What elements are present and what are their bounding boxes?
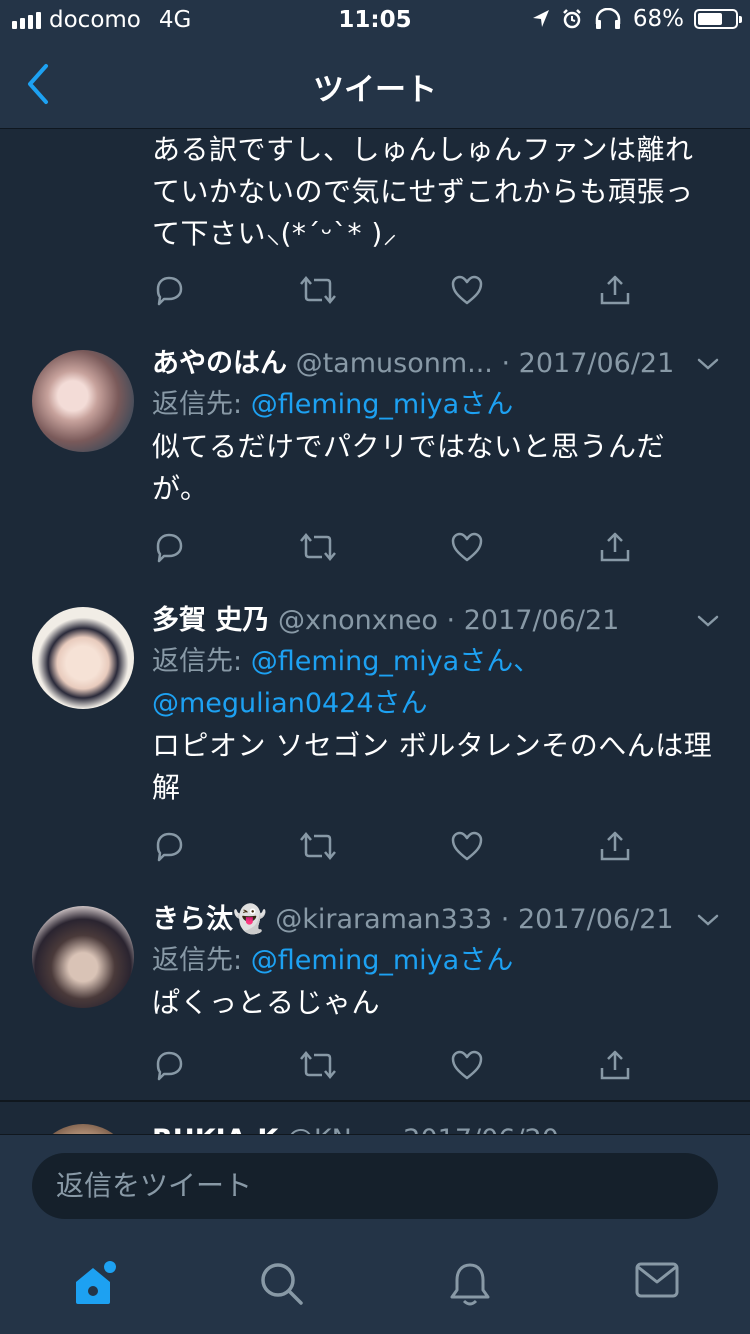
like-icon[interactable] [450,1048,484,1082]
mention-link[interactable]: @fleming_miyaさん [251,945,514,976]
separator-dot: · [446,605,456,636]
tweet-text: ぱくっとるじゃん [152,986,381,1019]
reply-to-label: 返信先: [152,945,243,976]
tweet-date: 2017/06/20 [403,1124,559,1134]
headphones-icon [595,8,621,29]
chevron-down-icon[interactable] [696,601,720,641]
user-handle[interactable]: @xnonxneo [278,605,438,636]
reply-icon[interactable] [152,1048,186,1082]
page-title: ツイート [313,72,437,108]
reply-to-label: 返信先: [152,389,243,420]
user-handle[interactable]: @KN... [287,1124,378,1134]
notifications-icon[interactable] [448,1260,492,1308]
alarm-icon [562,9,581,29]
share-icon[interactable] [598,829,632,863]
retweet-icon[interactable] [300,829,336,863]
search-icon[interactable] [258,1260,306,1308]
chevron-down-icon[interactable] [696,900,720,940]
share-icon[interactable] [598,530,632,564]
reply-compose-bar: 返信をツイート [0,1134,750,1235]
location-arrow-icon [532,10,549,27]
share-icon[interactable] [598,273,632,307]
retweet-icon[interactable] [300,530,336,564]
separator-dot: · [500,904,510,935]
tweet-date: 2017/06/21 [463,605,620,636]
user-handle[interactable]: @tamusonm... [296,348,493,379]
avatar[interactable] [32,350,134,452]
tab-bar [0,1234,750,1334]
retweet-icon[interactable] [300,1048,336,1082]
reply-input[interactable]: 返信をツイート [32,1153,718,1219]
replying-to: 返信先: @fleming_miyaさん [152,940,720,982]
share-icon[interactable] [598,1048,632,1082]
display-name[interactable]: RUKIA.K [152,1124,278,1134]
tweet-actions [152,530,632,570]
battery-percent: 68% [632,6,684,32]
display-name[interactable]: きら汰👻 [152,904,267,935]
tweet[interactable]: ある訳ですし、しゅんしゅんファンは離れていかないので気にせずこれからも頑張って下… [0,129,750,328]
mention-link[interactable]: @fleming_miyaさん [251,389,514,420]
tweet[interactable]: 多賀 史乃 @xnonxneo · 2017/06/21 返信先: @flemi… [0,583,750,884]
battery-icon [694,9,742,29]
like-icon[interactable] [450,829,484,863]
avatar[interactable] [32,1124,134,1134]
reply-to-label: 返信先: [152,646,243,677]
display-name[interactable]: あやのはん [152,348,287,379]
status-bar: docomo 4G 11:05 68% [0,0,750,40]
reply-icon[interactable] [152,829,186,863]
messages-icon[interactable] [634,1260,680,1300]
tweet-date: 2017/06/21 [517,904,674,935]
reply-icon[interactable] [152,530,186,564]
replying-to: 返信先: @fleming_miyaさん、@megulian0424さん [152,641,720,725]
user-handle[interactable]: @kiraraman333 [275,904,492,935]
tweet[interactable]: RUKIA.K @KN... · 2017/06/20 [0,1102,750,1134]
chevron-down-icon[interactable] [696,344,720,384]
tweet-actions [152,273,632,313]
tweet-text: ある訳ですし、しゅんしゅんファンは離れていかないので気にせずこれからも頑張って下… [152,133,694,250]
replying-to: 返信先: @fleming_miyaさん [152,384,720,426]
tweet-text: ロピオン ソセゴン ボルタレンそのへんは理解 [152,729,713,804]
like-icon[interactable] [450,530,484,564]
retweet-icon[interactable] [300,273,336,307]
reply-timeline[interactable]: ある訳ですし、しゅんしゅんファンは離れていかないので気にせずこれからも頑張って下… [0,129,750,1134]
avatar[interactable] [32,906,134,1008]
separator-dot: · [501,348,511,379]
separator-dot: · [386,1124,395,1134]
home-icon[interactable] [72,1260,118,1308]
display-name[interactable]: 多賀 史乃 [152,605,269,636]
tweet-actions [152,1048,632,1088]
chevron-down-icon[interactable] [696,1120,720,1134]
avatar[interactable] [32,607,134,709]
tweet[interactable]: きら汰👻 @kiraraman333 · 2017/06/21 返信先: @fl… [0,882,750,1102]
tweet[interactable]: あやのはん @tamusonm... · 2017/06/21 返信先: @fl… [0,326,750,585]
like-icon[interactable] [450,273,484,307]
tweet-actions [152,829,632,869]
reply-icon[interactable] [152,273,186,307]
tweet-date: 2017/06/21 [518,348,675,379]
tweet-text: 似てるだけでパクリではないと思うんだが。 [152,430,666,505]
status-right: 68% [531,6,742,32]
nav-bar: ツイート [0,40,750,129]
